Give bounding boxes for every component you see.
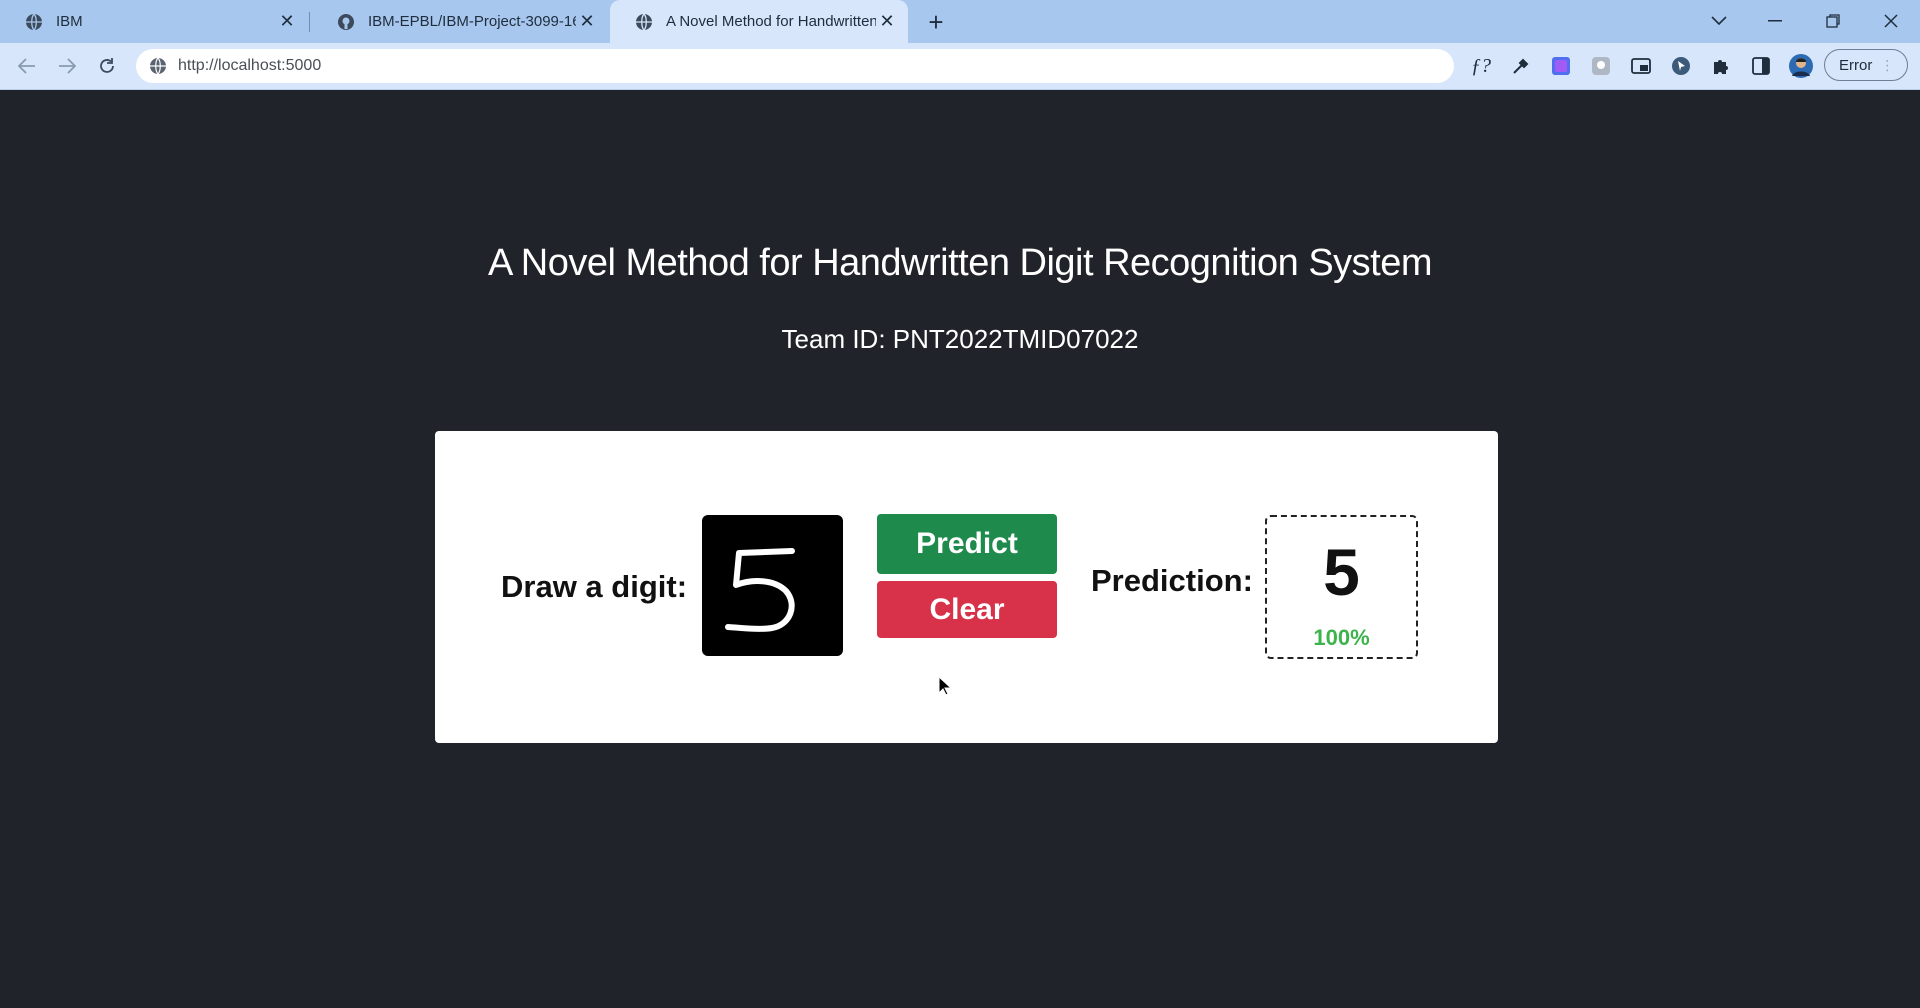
tab-title: IBM-EPBL/IBM-Project-3099-165 (368, 13, 576, 30)
tab-active-digit-recognition[interactable]: A Novel Method for Handwritten ✕ (610, 0, 908, 43)
tab-separator (309, 12, 310, 32)
side-panel-icon[interactable] (1748, 53, 1774, 79)
site-info-icon[interactable] (148, 56, 168, 76)
profile-status-text: Error (1839, 56, 1873, 74)
prediction-label: Prediction: (1091, 563, 1253, 598)
close-icon[interactable]: ✕ (276, 11, 298, 33)
clear-button[interactable]: Clear (877, 581, 1057, 638)
globe-icon (634, 12, 654, 32)
tab-ibm[interactable]: IBM ✕ (0, 0, 308, 43)
new-tab-button[interactable]: + (922, 7, 950, 37)
formula-icon[interactable]: ƒ? (1468, 53, 1494, 79)
tab-github[interactable]: IBM-EPBL/IBM-Project-3099-165 ✕ (312, 0, 608, 43)
eyedropper-icon[interactable] (1508, 53, 1534, 79)
restore-icon[interactable] (1816, 4, 1850, 38)
cursor-extension-icon[interactable] (1668, 53, 1694, 79)
close-window-icon[interactable] (1874, 4, 1908, 38)
handwritten-digit-drawing (725, 548, 795, 632)
tab-search-chevron-icon[interactable] (1702, 4, 1736, 38)
drawing-canvas[interactable] (702, 515, 843, 656)
draw-label: Draw a digit: (501, 569, 688, 604)
predict-button[interactable]: Predict (877, 514, 1057, 574)
tab-strip: IBM ✕ IBM-EPBL/IBM-Project-3099-165 ✕ A … (0, 0, 1920, 43)
tab-title: IBM (56, 13, 83, 30)
forward-arrow-icon[interactable] (52, 51, 82, 81)
puzzle-icon[interactable] (1708, 53, 1734, 79)
minimize-icon[interactable] (1758, 4, 1792, 38)
back-arrow-icon[interactable] (12, 51, 42, 81)
picture-in-picture-icon[interactable] (1628, 53, 1654, 79)
prediction-result-box: 5 100% (1265, 515, 1418, 659)
extension-colorful-icon[interactable] (1548, 53, 1574, 79)
more-menu-icon[interactable]: ⋮ (1880, 57, 1894, 74)
extension-gray-icon[interactable] (1588, 53, 1614, 79)
close-icon[interactable]: ✕ (876, 11, 898, 33)
close-icon[interactable]: ✕ (576, 11, 598, 33)
mouse-cursor-icon (938, 675, 953, 701)
page-title: A Novel Method for Handwritten Digit Rec… (487, 242, 1433, 284)
tab-title: A Novel Method for Handwritten (666, 13, 876, 30)
predicted-digit: 5 (1323, 535, 1360, 609)
team-id: Team ID: PNT2022TMID07022 (781, 324, 1139, 354)
page-content: A Novel Method for Handwritten Digit Rec… (0, 90, 1920, 1008)
reload-icon[interactable] (92, 51, 122, 81)
address-bar[interactable]: http://localhost:5000 (136, 49, 1454, 83)
profile-avatar[interactable] (1788, 53, 1814, 79)
prediction-confidence: 100% (1313, 625, 1370, 650)
url-text[interactable]: http://localhost:5000 (178, 57, 321, 75)
globe-icon (24, 12, 44, 32)
recognition-card: Draw a digit: Predict Clear Prediction: … (435, 431, 1498, 743)
browser-toolbar: http://localhost:5000 ƒ? Error ⋮ (0, 43, 1920, 90)
profile-error-button[interactable]: Error ⋮ (1824, 49, 1908, 81)
github-icon (336, 12, 356, 32)
